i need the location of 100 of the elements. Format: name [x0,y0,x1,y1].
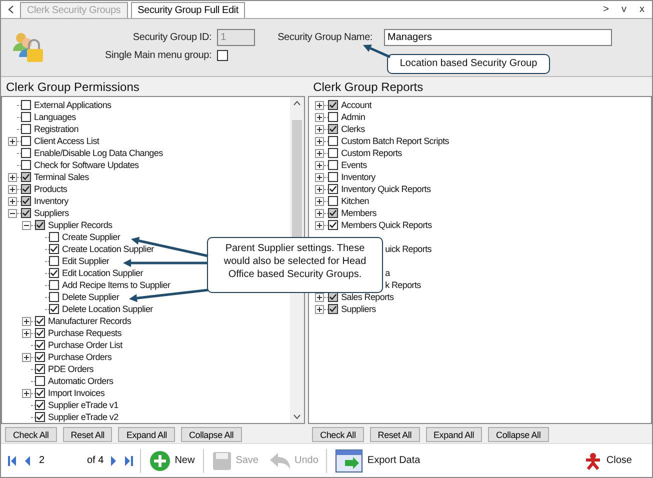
expand-icon[interactable] [315,100,324,110]
checkbox[interactable] [328,112,338,122]
expand-icon[interactable] [315,172,324,182]
tree-item-label[interactable]: Edit Supplier [62,256,110,266]
expand-icon[interactable] [8,172,17,182]
tree-item-label[interactable]: Supplier eTrade v2 [48,412,118,422]
expand-icon[interactable] [8,184,17,194]
expand-icon[interactable] [315,304,324,314]
scroll-up-icon[interactable] [293,100,302,106]
checkbox[interactable] [328,208,338,218]
tree-button[interactable]: Reset All [370,427,420,442]
tree-item-label[interactable]: Account [341,100,372,110]
tree-item-label[interactable]: Client Access List [34,136,100,146]
tree-item-label[interactable]: Enable/Disable Log Data Changes [34,148,163,158]
tree-item-label[interactable]: Edit Location Supplier [62,268,143,278]
checkbox[interactable] [49,268,59,278]
export-button[interactable]: Export Data [333,446,422,474]
checkbox[interactable] [21,136,31,146]
tree-item-label[interactable]: Inventory Quick Reports [341,184,431,194]
checkbox[interactable] [21,160,31,170]
tree-item-label[interactable]: Add Recipe Items to Supplier [62,280,170,290]
tree-item-label[interactable]: Members [341,208,376,218]
tree-item-label[interactable]: Create Supplier [62,232,120,242]
tree-button[interactable]: Reset All [62,427,112,442]
expand-icon[interactable] [315,160,324,170]
checkbox[interactable] [328,304,338,314]
tree-item-label[interactable]: Suppliers [34,208,69,218]
next-page-icon[interactable] [110,454,118,466]
scroll-left-icon[interactable] [8,5,14,14]
expand-icon[interactable] [22,316,31,326]
expand-icon[interactable] [22,328,31,338]
expand-icon[interactable] [315,292,324,302]
expand-icon[interactable] [315,220,324,230]
checkbox[interactable] [328,148,338,158]
tree-item-label[interactable]: Supplier Records [48,220,112,230]
menu-button[interactable]: v [618,4,630,15]
checkbox[interactable] [21,208,31,218]
checkbox[interactable] [21,184,31,194]
tree-item-label[interactable]: Custom Batch Report Scripts [341,136,450,146]
checkbox[interactable] [35,364,45,374]
tab[interactable]: Security Group Full Edit [130,2,246,18]
checkbox[interactable] [49,292,59,302]
tree-item-label[interactable]: Supplier eTrade v1 [48,400,118,410]
tree-item-label[interactable]: k Reports [385,280,421,290]
checkbox[interactable] [21,124,31,134]
tree-item-label[interactable]: Check for Software Updates [34,160,139,170]
collapse-icon[interactable] [8,208,17,218]
tree-item-label[interactable]: Create Location Supplier [62,244,154,254]
expand-icon[interactable] [315,136,324,146]
checkbox[interactable] [21,148,31,158]
tree-item-label[interactable]: External Applications [34,100,112,110]
expand-icon[interactable] [22,388,31,398]
checkbox[interactable] [216,50,228,60]
scroll-down-icon[interactable] [293,414,302,420]
tree-item-label[interactable]: Sales Reports [341,292,394,302]
first-page-icon[interactable] [7,454,17,466]
checkbox[interactable] [35,328,45,338]
tree-item-label[interactable]: Kitchen [341,196,369,206]
expand-icon[interactable] [22,352,31,362]
checkbox[interactable] [21,196,31,206]
checkbox[interactable] [328,100,338,110]
tree-item-label[interactable]: Custom Reports [341,148,402,158]
checkbox[interactable] [35,316,45,326]
checkbox[interactable] [35,376,45,386]
tree-item-label[interactable]: Inventory [34,196,68,206]
checkbox[interactable] [49,280,59,290]
tree-item-label[interactable]: Registration [34,124,78,134]
tree-button[interactable]: Check All [5,427,57,442]
checkbox[interactable] [21,100,31,110]
tree-item-label[interactable]: Automatic Orders [48,376,114,386]
checkbox[interactable] [328,292,338,302]
checkbox[interactable] [21,112,31,122]
expand-icon[interactable] [8,136,17,146]
tree-item-label[interactable]: Languages [34,112,76,122]
last-page-icon[interactable] [124,454,134,466]
checkbox[interactable] [328,172,338,182]
checkbox[interactable] [328,124,338,134]
checkbox[interactable] [49,244,59,254]
close-button[interactable]: Close [582,450,634,472]
tree-item-label[interactable]: Delete Location Supplier [62,304,153,314]
tree-button[interactable]: Expand All [118,427,175,442]
expand-icon[interactable] [315,196,324,206]
tree-item-label[interactable]: Purchase Orders [48,352,112,362]
checkbox[interactable] [35,412,45,422]
collapse-icon[interactable] [22,220,31,230]
previous-page-icon[interactable] [23,454,31,466]
tree-item-label[interactable]: Purchase Requests [48,328,122,338]
checkbox[interactable] [35,388,45,398]
expand-icon[interactable] [315,148,324,158]
tree-button[interactable]: Check All [312,427,364,442]
checkbox[interactable] [21,172,31,182]
tree-item-label[interactable]: Admin [341,112,366,122]
tree-button[interactable]: Collapse All [180,427,242,442]
close-button[interactable]: x [636,4,648,15]
checkbox[interactable] [49,232,59,242]
checkbox[interactable] [35,400,45,410]
tree-item-label[interactable]: Import Invoices [48,388,105,398]
checkbox[interactable] [328,196,338,206]
expand-icon[interactable] [315,112,324,122]
expand-icon[interactable] [315,184,324,194]
